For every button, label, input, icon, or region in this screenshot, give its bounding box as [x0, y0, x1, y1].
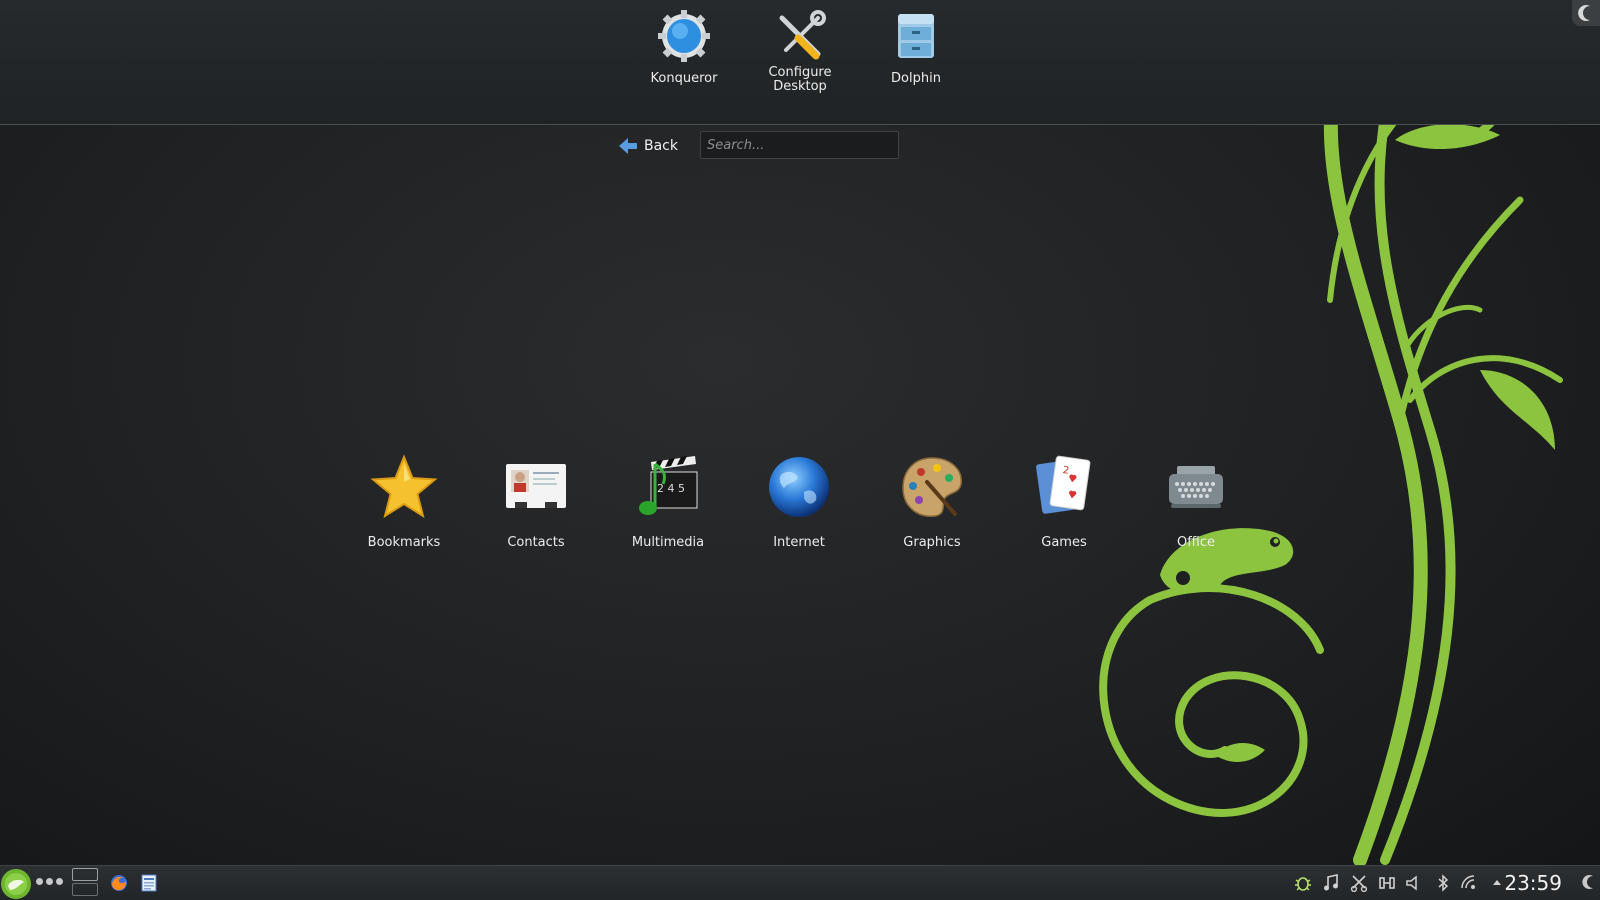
desktop-toolbox-button[interactable] [1572, 0, 1600, 26]
category-internet[interactable]: Internet [739, 452, 859, 550]
application-launcher-icon[interactable] [0, 868, 32, 900]
favorite-dolphin[interactable]: Dolphin [861, 8, 971, 86]
pager-desktop-1[interactable] [72, 868, 98, 881]
music-icon[interactable] [1322, 874, 1340, 892]
half-moon-icon [1578, 4, 1590, 21]
dot-icon [36, 878, 43, 885]
search-input[interactable] [700, 131, 899, 159]
bug-icon[interactable] [1294, 874, 1312, 892]
favorites-bar: Konqueror Configure Desktop Dolphin [0, 0, 1600, 125]
globe-icon [769, 457, 829, 517]
star-icon [370, 454, 438, 519]
category-label: Games [1041, 535, 1087, 550]
category-graphics[interactable]: Graphics [872, 452, 992, 550]
digital-clock[interactable]: 23:59 [1504, 871, 1562, 895]
category-label: Bookmarks [367, 535, 441, 550]
scissors-icon[interactable] [1350, 874, 1368, 892]
wifi-icon[interactable] [1460, 874, 1478, 892]
back-arrow-icon [619, 138, 637, 154]
category-multimedia[interactable]: 2 4 5 Multimedia [608, 452, 728, 550]
category-label: Contacts [507, 535, 565, 550]
expand-arrow-icon[interactable] [1488, 874, 1506, 892]
category-label: Office [1177, 535, 1215, 550]
back-button[interactable]: Back [618, 134, 678, 158]
taskbar-panel: 23:59 [0, 865, 1600, 900]
typewriter-icon [1169, 466, 1223, 508]
category-label: Multimedia [631, 535, 705, 550]
favorite-label: Configure Desktop [768, 65, 832, 94]
pager-desktop-2[interactable] [72, 883, 98, 896]
volume-icon[interactable] [1404, 874, 1422, 892]
panel-toolbox-icon[interactable] [1582, 874, 1598, 890]
multimedia-clapper-icon: 2 4 5 [639, 456, 698, 515]
playing-cards-icon: 2 [1036, 455, 1091, 514]
favorite-configure-desktop[interactable]: Configure Desktop [745, 8, 855, 94]
favorite-label: Dolphin [891, 71, 941, 86]
category-label: Graphics [903, 535, 961, 550]
category-office[interactable]: Office [1136, 452, 1256, 550]
contacts-card-icon [506, 464, 566, 508]
bluetooth-icon[interactable] [1434, 874, 1452, 892]
favorite-label: Konqueror [650, 71, 718, 86]
category-label: Internet [773, 535, 825, 550]
activities-button[interactable] [36, 878, 63, 885]
dot-icon [46, 878, 53, 885]
network-icon[interactable] [1378, 874, 1396, 892]
favorite-konqueror[interactable]: Konqueror [629, 8, 739, 86]
category-bookmarks[interactable]: Bookmarks [344, 452, 464, 550]
category-games[interactable]: 2 Games [1004, 452, 1124, 550]
dot-icon [56, 878, 63, 885]
virtual-desktop-pager[interactable] [72, 868, 100, 898]
category-contacts[interactable]: Contacts [476, 452, 596, 550]
dolphin-icon [898, 14, 934, 58]
back-label: Back [644, 138, 678, 154]
konqueror-icon [658, 10, 710, 62]
svg-text:2 4 5: 2 4 5 [657, 482, 685, 495]
configure-desktop-icon [779, 10, 826, 60]
paint-palette-icon [902, 457, 962, 517]
firefox-icon[interactable] [110, 874, 128, 892]
office-writer-icon[interactable] [140, 874, 158, 892]
